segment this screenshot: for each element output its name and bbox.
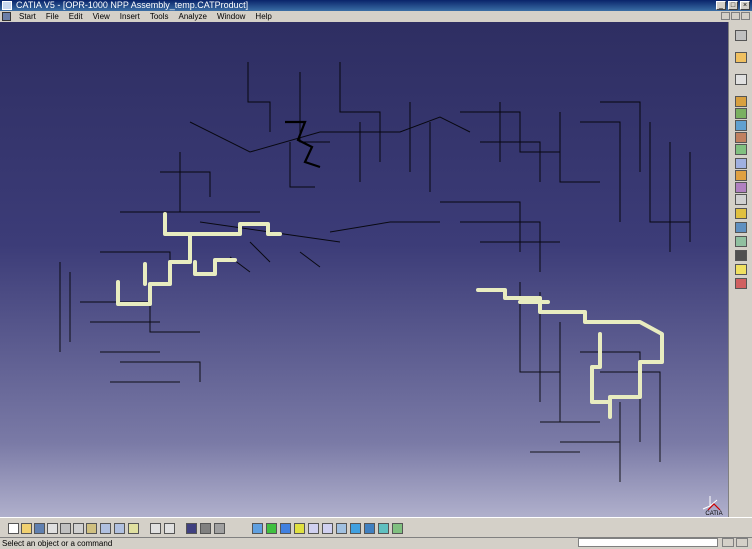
catia-logo: CATIA <box>701 503 727 517</box>
command-input[interactable] <box>578 538 718 547</box>
document-icon[interactable] <box>2 12 11 21</box>
delete-icon[interactable] <box>735 278 747 289</box>
select-icon[interactable] <box>735 30 747 41</box>
catia-app-icon[interactable] <box>2 1 12 10</box>
swap-space-icon[interactable] <box>392 523 403 534</box>
menu-file[interactable]: File <box>41 11 64 22</box>
undo-icon[interactable] <box>100 523 111 534</box>
doc-restore-button[interactable] <box>731 12 740 20</box>
doc-close-button[interactable] <box>741 12 750 20</box>
whats-this-icon[interactable] <box>128 523 139 534</box>
graph-tree-icon[interactable] <box>735 144 747 155</box>
piping-model <box>59 62 691 482</box>
close-button[interactable]: × <box>740 1 750 10</box>
part-icon[interactable] <box>735 108 747 119</box>
doc-minimize-button[interactable] <box>721 12 730 20</box>
menu-analyze[interactable]: Analyze <box>174 11 212 22</box>
zoom-out-icon[interactable] <box>322 523 333 534</box>
manufacturing-icon[interactable] <box>200 523 211 534</box>
menu-tools[interactable]: Tools <box>145 11 174 22</box>
menu-insert[interactable]: Insert <box>115 11 145 22</box>
comment-icon[interactable] <box>164 523 175 534</box>
scene-icon[interactable] <box>735 236 747 247</box>
redo-icon[interactable] <box>114 523 125 534</box>
title-bar: CATIA V5 - [OPR-1000 NPP Assembly_temp.C… <box>0 0 752 11</box>
open-icon[interactable] <box>21 523 32 534</box>
stop-command-icon[interactable] <box>722 538 734 547</box>
cut-icon[interactable] <box>60 523 71 534</box>
formula-icon[interactable] <box>150 523 161 534</box>
right-toolbar <box>728 22 752 517</box>
print-icon[interactable] <box>47 523 58 534</box>
window-title: CATIA V5 - [OPR-1000 NPP Assembly_temp.C… <box>16 0 249 10</box>
clash-icon[interactable] <box>735 208 747 219</box>
fit-all-icon[interactable] <box>266 523 277 534</box>
bottom-toolbar <box>0 517 752 537</box>
command-history-icon[interactable] <box>736 538 748 547</box>
replace-icon[interactable] <box>735 132 747 143</box>
menu-window[interactable]: Window <box>212 11 250 22</box>
catalog-icon[interactable] <box>186 523 197 534</box>
camera-icon[interactable] <box>735 250 747 261</box>
component-icon[interactable] <box>735 120 747 131</box>
maximize-button[interactable]: □ <box>728 1 738 10</box>
constraint-icon[interactable] <box>735 158 747 169</box>
explode-icon[interactable] <box>735 182 747 193</box>
multi-view-icon[interactable] <box>214 523 225 534</box>
menu-start[interactable]: Start <box>14 11 41 22</box>
zoom-in-icon[interactable] <box>308 523 319 534</box>
product-icon[interactable] <box>735 96 747 107</box>
light-icon[interactable] <box>735 264 747 275</box>
copy-icon[interactable] <box>73 523 84 534</box>
paste-icon[interactable] <box>86 523 97 534</box>
measure-icon[interactable] <box>735 222 747 233</box>
save-icon[interactable] <box>34 523 45 534</box>
pan-icon[interactable] <box>280 523 291 534</box>
3d-viewport[interactable] <box>0 22 728 517</box>
cursor-icon[interactable] <box>735 52 747 63</box>
normal-view-icon[interactable] <box>336 523 347 534</box>
minimize-button[interactable]: _ <box>716 1 726 10</box>
shading-icon[interactable] <box>364 523 375 534</box>
menu-help[interactable]: Help <box>250 11 276 22</box>
menu-edit[interactable]: Edit <box>64 11 88 22</box>
fly-mode-icon[interactable] <box>252 523 263 534</box>
status-message: Select an object or a command <box>2 539 113 548</box>
quick-view-icon[interactable] <box>350 523 361 534</box>
rotate-icon[interactable] <box>294 523 305 534</box>
snap-icon[interactable] <box>735 170 747 181</box>
manipulate-icon[interactable] <box>735 194 747 205</box>
menu-view[interactable]: View <box>88 11 115 22</box>
hide-show-icon[interactable] <box>378 523 389 534</box>
menu-bar: Start File Edit View Insert Tools Analyz… <box>0 11 752 22</box>
sketch-icon[interactable] <box>735 74 747 85</box>
new-icon[interactable] <box>8 523 19 534</box>
